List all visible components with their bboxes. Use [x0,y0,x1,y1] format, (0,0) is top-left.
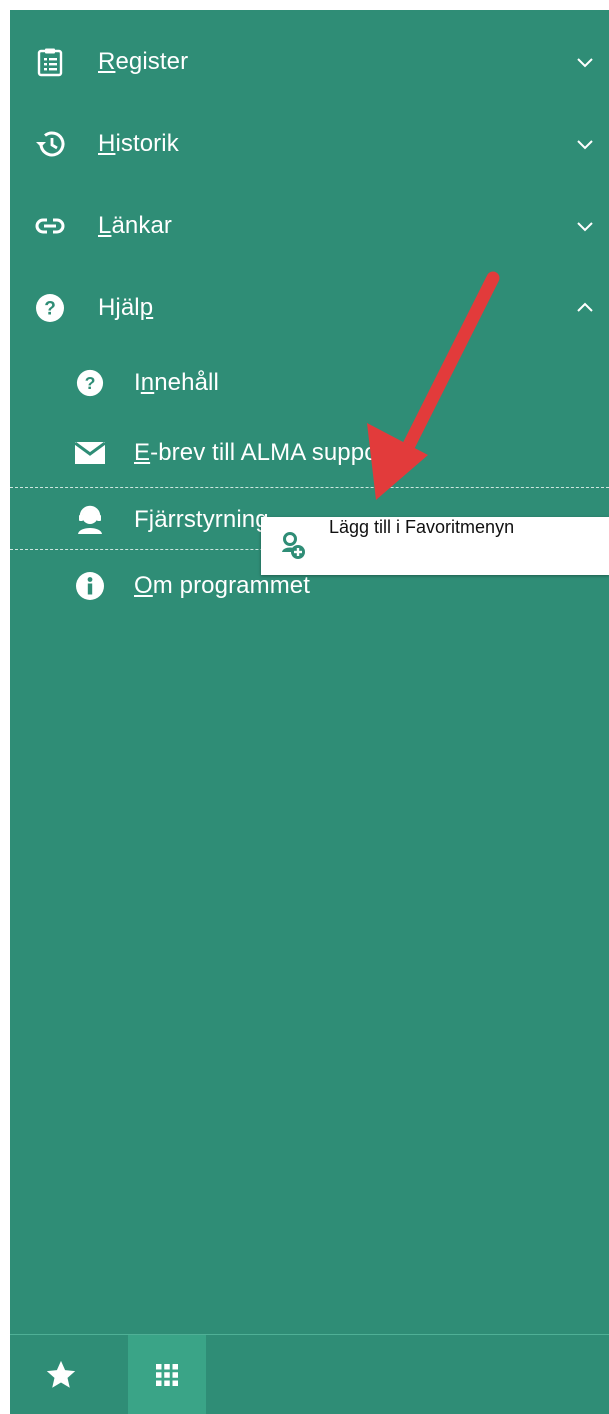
add-favorite-icon [282,532,305,559]
section-label: Historik [98,130,179,157]
context-menu-label: Lägg till i Favoritmenyn [329,517,515,537]
help-item-label: Fjärrstyrning [134,506,269,533]
svg-text:?: ? [44,299,56,320]
help-item-label: Om programmet [134,572,311,599]
remote-support-icon [74,504,106,536]
section-label: Länkar [98,212,172,239]
help-circle-icon: ? [34,292,66,324]
navigation-panel: Register Historik Länkar ? Hjälp ? Inneh… [10,10,609,1414]
chevron-down-icon [577,58,593,68]
section-label: Hjälp [98,294,154,321]
info-icon [74,570,106,602]
help-item-ebrev[interactable]: E-brev till ALMA support [10,423,609,483]
context-menu-item-add-favorite[interactable]: Lägg till i Favoritmenyn [261,517,609,575]
history-icon [34,128,66,160]
chevron-down-icon [577,140,593,150]
section-historik[interactable]: Historik [10,114,609,174]
svg-text:?: ? [85,373,96,393]
bottom-bar [10,1334,609,1414]
help-circle-icon: ? [74,367,106,399]
help-item-innehall[interactable]: ? Innehåll [10,353,609,413]
drag-indicator-top [10,487,609,488]
favorites-button[interactable] [22,1335,100,1414]
envelope-icon [74,437,106,469]
chevron-up-icon [577,302,593,312]
section-hjalp[interactable]: ? Hjälp [10,278,609,338]
section-label: Register [98,48,189,75]
section-register[interactable]: Register [10,32,609,92]
link-icon [34,210,66,242]
chevron-down-icon [577,222,593,232]
apps-button[interactable] [128,1335,206,1414]
star-icon [46,1360,76,1388]
section-lankar[interactable]: Länkar [10,196,609,256]
clipboard-icon [34,46,66,78]
help-item-label: Innehåll [134,369,219,396]
grid-icon [156,1364,178,1386]
context-menu: Lägg till i Favoritmenyn [261,517,609,575]
help-item-label: E-brev till ALMA support [134,439,393,466]
